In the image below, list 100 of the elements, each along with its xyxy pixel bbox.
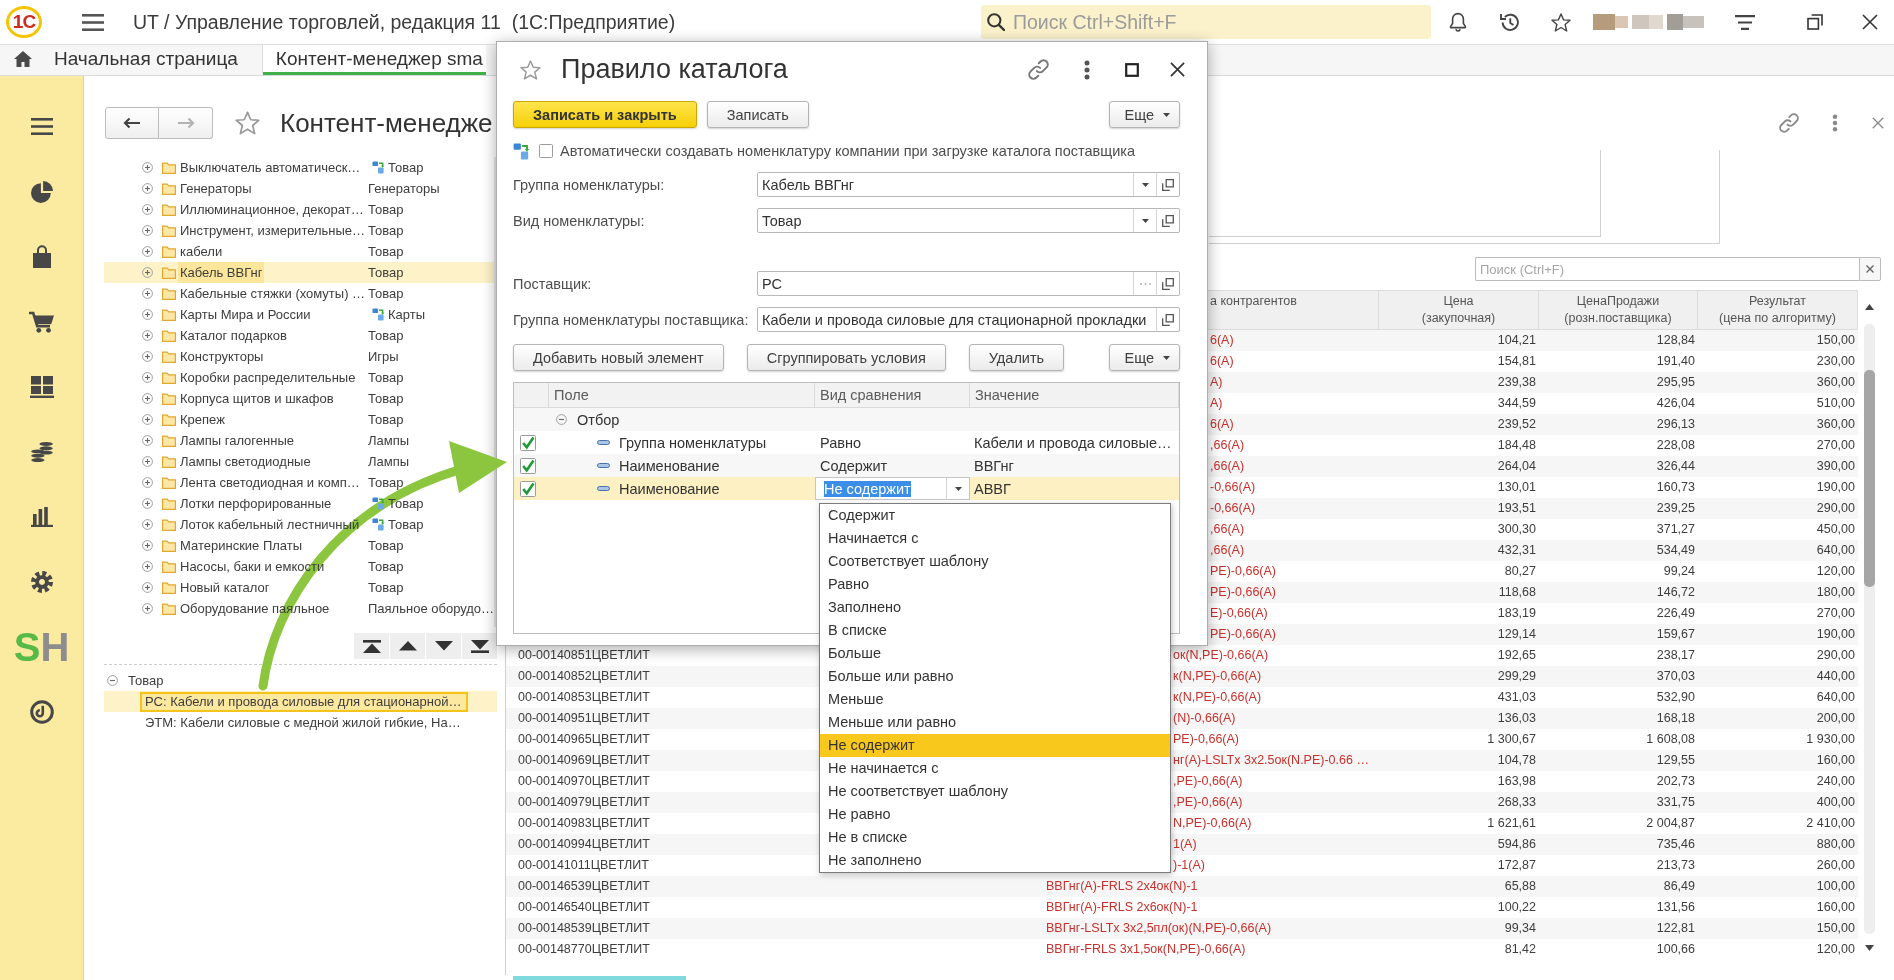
expand-icon[interactable] (142, 267, 153, 278)
tree-item-name[interactable]: Материнские Платы (178, 535, 305, 556)
toolbar-button[interactable]: Сгруппировать условия (746, 344, 946, 371)
expand-icon[interactable] (142, 477, 153, 488)
tree-item-name[interactable]: Новый каталог (178, 577, 272, 598)
scrollbar-track[interactable] (1863, 324, 1875, 934)
column-header[interactable]: Значение (975, 387, 1040, 403)
dropdown-option[interactable]: Меньше (820, 688, 1170, 711)
dropdown-option[interactable]: Не начинается с (820, 757, 1170, 780)
close-icon[interactable] (1170, 62, 1185, 77)
expand-icon[interactable] (142, 603, 153, 614)
dropdown-option[interactable]: Не соответствует шаблону (820, 780, 1170, 803)
checkbox[interactable] (520, 434, 536, 451)
expand-icon[interactable] (142, 372, 153, 383)
link-icon[interactable] (1779, 113, 1799, 133)
star-icon[interactable] (520, 59, 541, 80)
blurred-user-block[interactable] (1593, 11, 1704, 33)
pie-chart-icon[interactable] (30, 180, 53, 203)
tree-item-name[interactable]: Инструмент, измерительные… (178, 220, 368, 241)
checkbox[interactable] (520, 480, 536, 497)
expand-icon[interactable] (142, 435, 153, 446)
link-icon[interactable] (1028, 59, 1049, 80)
toolbar-button[interactable]: Добавить новый элемент (513, 344, 724, 371)
maximize-icon[interactable] (1125, 62, 1139, 77)
search-field[interactable]: Поиск (Ctrl+F) (1475, 257, 1859, 281)
restore-window-icon[interactable] (1807, 14, 1823, 30)
column-header[interactable]: Вид сравнения (820, 387, 922, 403)
collapse-icon[interactable] (107, 675, 118, 686)
close-icon[interactable] (1862, 14, 1878, 30)
tab[interactable]: Начальная страница (0, 45, 263, 75)
more-button[interactable]: Еще (1109, 101, 1180, 128)
tree-item-name[interactable]: Каталог подарков (178, 325, 289, 346)
tree-item-name[interactable]: Корпуса щитов и шкафов (178, 388, 336, 409)
shopping-bag-icon[interactable] (32, 245, 51, 268)
dropdown-option[interactable]: В списке (820, 619, 1170, 642)
dropdown-option[interactable]: Не равно (820, 803, 1170, 826)
menu-icon[interactable] (82, 13, 104, 31)
input-field[interactable]: Кабели и провода силовые для стационарной прокладки (757, 307, 1180, 332)
expand-icon[interactable] (142, 561, 153, 572)
dropdown-option[interactable]: Больше или равно (820, 665, 1170, 688)
first-button[interactable] (354, 633, 389, 659)
expand-icon[interactable] (142, 393, 153, 404)
expand-icon[interactable] (142, 414, 153, 425)
down-button[interactable] (426, 633, 461, 659)
table-row[interactable]: Группа номенклатуры Равно Кабели и провода силовые… (514, 431, 1179, 454)
expand-icon[interactable] (142, 540, 153, 551)
expand-icon[interactable] (142, 351, 153, 362)
expand-icon[interactable] (142, 309, 153, 320)
bell-icon[interactable] (1449, 12, 1467, 32)
expand-icon[interactable] (142, 204, 153, 215)
checkbox[interactable] (520, 457, 536, 474)
star-icon[interactable] (1551, 12, 1571, 32)
dropdown-option[interactable]: Меньше или равно (820, 711, 1170, 734)
expand-icon[interactable] (142, 246, 153, 257)
input-field[interactable]: Товар (757, 208, 1180, 233)
star-icon[interactable] (235, 111, 260, 135)
expand-icon[interactable] (142, 330, 153, 341)
dropdown-option[interactable]: Не в списке (820, 826, 1170, 849)
scrollbar-thumb[interactable] (1863, 370, 1875, 587)
expand-icon[interactable] (142, 162, 153, 173)
column-header[interactable]: Цена (закупочная) (1421, 293, 1496, 327)
last-button[interactable] (462, 633, 497, 659)
tree-item-name[interactable]: Лампы галогенные (178, 430, 296, 451)
expand-icon[interactable] (142, 519, 153, 530)
up-button[interactable] (390, 633, 425, 659)
search-field[interactable]: Поиск Ctrl+Shift+F (981, 5, 1431, 39)
tree-item-name[interactable]: Лента светодиодная и комп… (178, 472, 362, 493)
expand-icon[interactable] (142, 456, 153, 467)
expand-icon[interactable] (142, 288, 153, 299)
scroll-down-icon[interactable] (1864, 945, 1874, 951)
dropdown-option[interactable]: Больше (820, 642, 1170, 665)
tree-item[interactable]: ЭТМ: Кабели силовые с медной жилой гибкие, На… (140, 712, 468, 733)
column-header[interactable]: а контрагентов (1210, 293, 1297, 310)
input-field[interactable]: Кабель ВВГнг (757, 172, 1180, 197)
tree-item-name[interactable]: Лампы светодиодные (178, 451, 313, 472)
table-row[interactable]: Наименование Содержит ВВГнг (514, 454, 1179, 477)
tree-item-name[interactable]: кабели (178, 241, 225, 262)
tree-item-name[interactable]: Коробки распределительные (178, 367, 358, 388)
tree-item-name[interactable]: Лотки перфорированные (178, 493, 334, 514)
swirl-icon[interactable] (29, 699, 54, 724)
dropdown-option[interactable]: Не содержит (820, 734, 1170, 757)
column-header[interactable]: Результат (цена по алгоритму) (1719, 293, 1836, 327)
tree-item-name[interactable]: Иллюминационное, декорат… (178, 199, 366, 220)
menu-icon[interactable] (30, 118, 53, 135)
column-header[interactable]: ЦенаПродажи (розн.поставщика) (1564, 293, 1672, 327)
table-row[interactable]: Отбор (514, 408, 1179, 431)
tree-item-name[interactable]: Карты Мира и России (178, 304, 313, 325)
clear-button[interactable] (1859, 257, 1881, 281)
input-field[interactable]: РС (757, 271, 1180, 296)
toolbar-button[interactable]: Записать (706, 101, 809, 128)
settings-icon[interactable] (30, 570, 53, 593)
tree-item-name[interactable]: Кабельные стяжки (хомуты) … (178, 283, 368, 304)
tree-item-name[interactable]: Выключатель автоматическ… (178, 157, 363, 178)
more-button[interactable]: Еще (1109, 344, 1180, 371)
cart-icon[interactable] (29, 310, 54, 333)
dropdown-option[interactable]: Начинается с (820, 527, 1170, 550)
dropdown-option[interactable]: Содержит (820, 504, 1170, 527)
expand-icon[interactable] (142, 582, 153, 593)
tree-item-name[interactable]: Кабель ВВГнг (178, 262, 265, 283)
history-icon[interactable] (1500, 13, 1519, 31)
